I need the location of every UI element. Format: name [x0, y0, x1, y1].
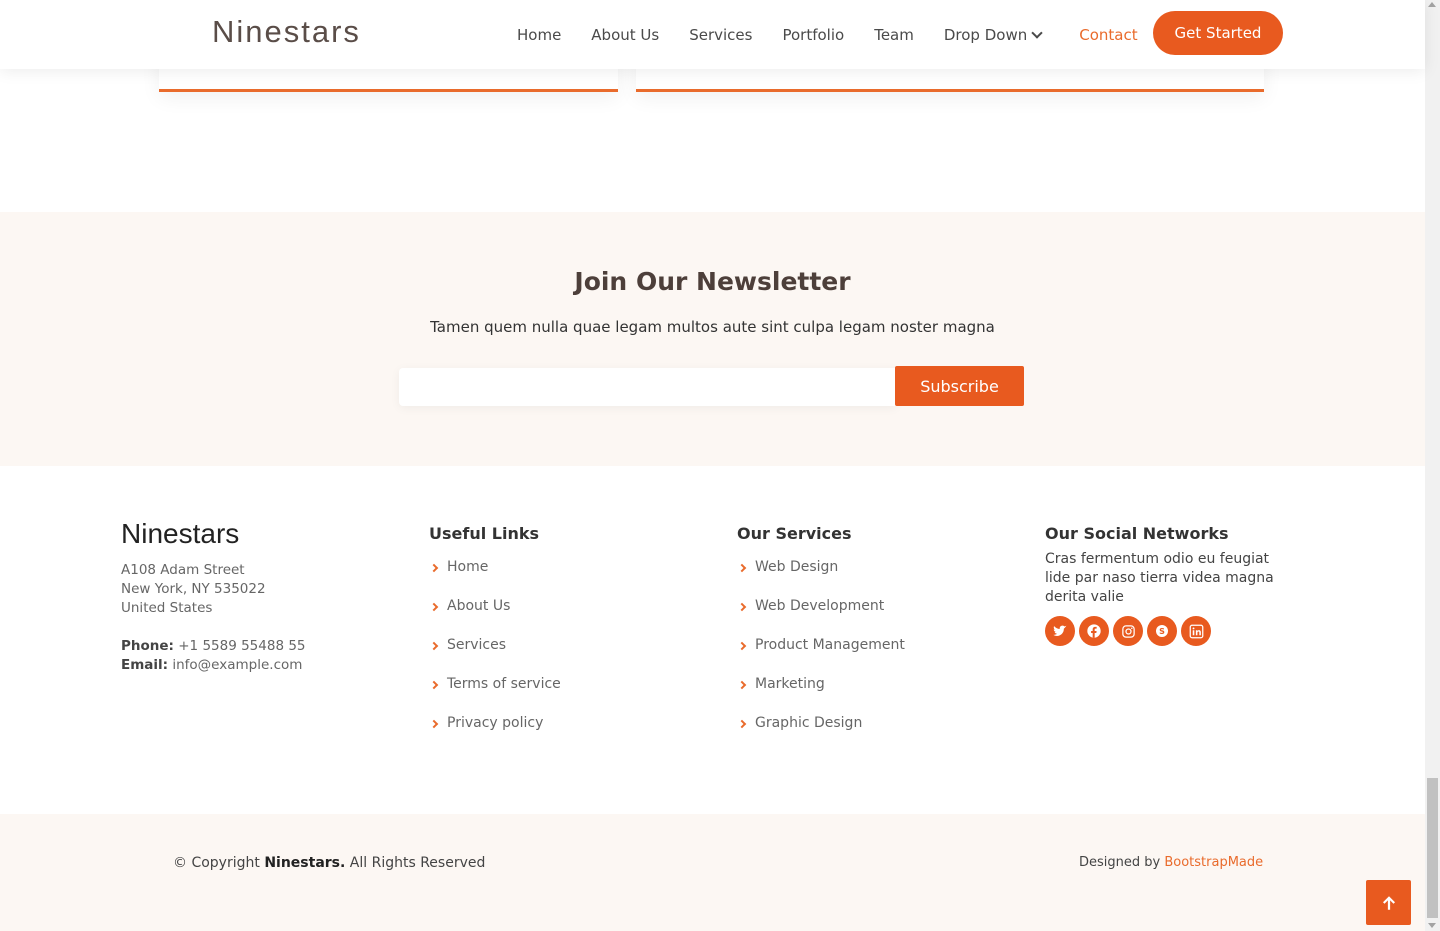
chevron-right-icon	[429, 563, 439, 573]
chevron-right-icon	[737, 563, 747, 573]
email-line: Email: info@example.com	[121, 656, 306, 675]
skype-icon[interactable]: S	[1147, 616, 1177, 646]
service-link-label: Graphic Design	[755, 715, 863, 731]
footer-top: Ninestars A108 Adam Street New York, NY …	[0, 466, 1425, 814]
email-value: info@example.com	[172, 657, 303, 673]
phone-line: Phone: +1 5589 55488 55	[121, 637, 306, 656]
phone-label: Phone:	[121, 638, 174, 654]
footer-link-label: Services	[447, 637, 507, 653]
nav-drop-down[interactable]: Drop Down	[943, 25, 1043, 44]
svg-text:S: S	[1159, 627, 1165, 636]
get-started-button[interactable]: Get Started	[1153, 11, 1283, 55]
service-link-web-design[interactable]: Web Design	[737, 559, 905, 598]
address-line: United States	[121, 600, 213, 616]
footer-link-label: Privacy policy	[447, 715, 544, 731]
copyright-brand: Ninestars.	[264, 855, 346, 871]
service-link-graphic-design[interactable]: Graphic Design	[737, 715, 905, 754]
newsletter-email-input[interactable]	[399, 368, 896, 406]
facebook-icon[interactable]	[1079, 616, 1109, 646]
footer-bottom: © Copyright Ninestars. All Rights Reserv…	[0, 814, 1425, 931]
service-link-marketing[interactable]: Marketing	[737, 676, 905, 715]
linkedin-icon[interactable]	[1181, 616, 1211, 646]
nav-team[interactable]: Team	[874, 26, 914, 44]
newsletter-form: Subscribe	[399, 366, 1024, 406]
nav-drop-down-label: Drop Down	[943, 25, 1028, 44]
credits: Designed by BootstrapMade	[1079, 855, 1263, 870]
back-to-top-button[interactable]	[1366, 880, 1411, 925]
newsletter-title: Join Our Newsletter	[574, 267, 851, 296]
chevron-right-icon	[737, 602, 747, 612]
page-scrollbar[interactable]	[1425, 0, 1440, 931]
instagram-icon[interactable]	[1113, 616, 1143, 646]
scroll-down-arrow-icon[interactable]	[1428, 923, 1436, 928]
phone-value: +1 5589 55488 55	[178, 638, 306, 654]
chevron-right-icon	[429, 641, 439, 651]
nav-services[interactable]: Services	[689, 26, 752, 44]
footer-contact: Phone: +1 5589 55488 55 Email: info@exam…	[121, 637, 306, 675]
newsletter-subtitle: Tamen quem nulla quae legam multos aute …	[430, 318, 995, 336]
chevron-right-icon	[429, 680, 439, 690]
footer-brand: Ninestars	[121, 518, 240, 549]
twitter-icon[interactable]	[1045, 616, 1075, 646]
nav-contact[interactable]: Contact	[1079, 26, 1137, 44]
scroll-up-arrow-icon[interactable]	[1428, 2, 1436, 7]
footer-link-terms[interactable]: Terms of service	[429, 676, 561, 715]
useful-links-title: Useful Links	[429, 524, 540, 543]
page: Ninestars Home About Us Services Portfol…	[0, 0, 1425, 931]
chevron-right-icon	[429, 602, 439, 612]
credits-link[interactable]: BootstrapMade	[1164, 855, 1263, 870]
copyright-suffix: All Rights Reserved	[345, 855, 486, 871]
useful-links-list: Home About Us Services Terms of service …	[429, 559, 561, 754]
subscribe-button[interactable]: Subscribe	[895, 366, 1024, 406]
footer-link-privacy[interactable]: Privacy policy	[429, 715, 561, 754]
our-services-list: Web Design Web Development Product Manag…	[737, 559, 905, 754]
service-link-label: Product Management	[755, 637, 905, 653]
copyright: © Copyright Ninestars. All Rights Reserv…	[173, 855, 485, 871]
footer-link-services[interactable]: Services	[429, 637, 561, 676]
chevron-right-icon	[737, 680, 747, 690]
footer-link-label: About Us	[447, 598, 511, 614]
service-link-web-development[interactable]: Web Development	[737, 598, 905, 637]
our-services-title: Our Services	[737, 524, 852, 543]
footer-address: A108 Adam Street New York, NY 535022 Uni…	[121, 561, 266, 618]
scrollbar-thumb[interactable]	[1427, 778, 1438, 918]
newsletter-section: Join Our Newsletter Tamen quem nulla qua…	[0, 212, 1425, 466]
site-logo[interactable]: Ninestars	[212, 14, 361, 50]
footer-link-label: Terms of service	[447, 676, 561, 692]
address-line: A108 Adam Street	[121, 562, 245, 578]
service-link-product-management[interactable]: Product Management	[737, 637, 905, 676]
copyright-prefix: © Copyright	[173, 855, 265, 871]
footer-link-about-us[interactable]: About Us	[429, 598, 561, 637]
social-networks-title: Our Social Networks	[1045, 524, 1229, 543]
nav-home[interactable]: Home	[517, 26, 561, 44]
arrow-up-icon	[1382, 895, 1395, 910]
social-networks-text: Cras fermentum odio eu feugiat lide par …	[1045, 551, 1274, 605]
main-nav: Home About Us Services Portfolio Team Dr…	[502, 0, 1153, 69]
footer-link-home[interactable]: Home	[429, 559, 561, 598]
email-label: Email:	[121, 657, 169, 673]
site-header: Ninestars Home About Us Services Portfol…	[0, 0, 1425, 69]
chevron-down-icon	[1031, 26, 1043, 39]
chevron-right-icon	[737, 719, 747, 729]
address-line: New York, NY 535022	[121, 581, 266, 597]
nav-about-us[interactable]: About Us	[591, 26, 659, 44]
footer-link-label: Home	[447, 559, 489, 575]
nav-portfolio[interactable]: Portfolio	[782, 26, 844, 44]
service-link-label: Marketing	[755, 676, 825, 692]
chevron-right-icon	[737, 641, 747, 651]
credits-prefix: Designed by	[1079, 855, 1165, 870]
service-link-label: Web Development	[755, 598, 885, 614]
social-links: S	[1045, 616, 1215, 646]
service-link-label: Web Design	[755, 559, 839, 575]
chevron-right-icon	[429, 719, 439, 729]
